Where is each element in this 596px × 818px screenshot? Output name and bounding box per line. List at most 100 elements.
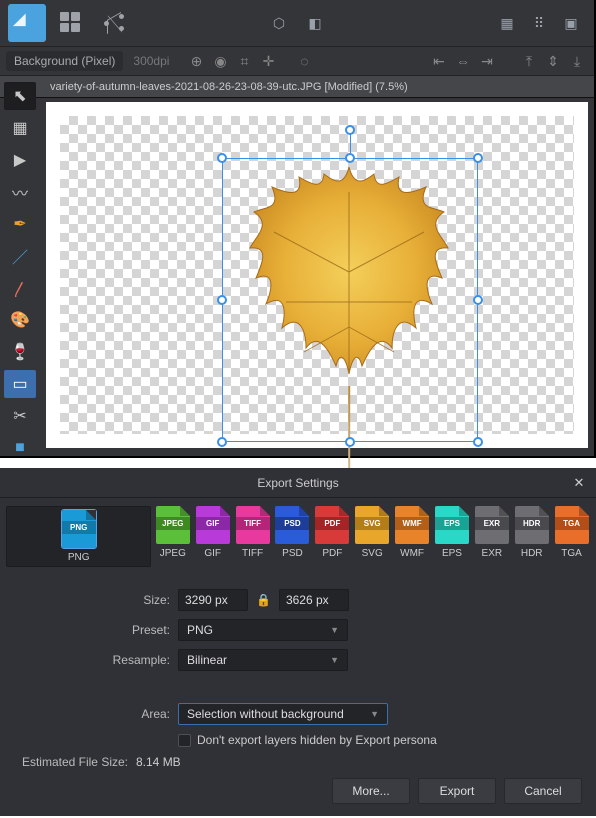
handle-bottom-left[interactable] (217, 437, 227, 447)
file-band: GIF (196, 517, 230, 530)
format-exr[interactable]: EXR EXR (473, 506, 510, 567)
file-icon: GIF (196, 506, 230, 544)
bounds-icon: ▣ (562, 14, 580, 32)
preset-select[interactable]: PNG▼ (178, 619, 348, 641)
crosshair-icon[interactable]: ✛ (257, 50, 279, 72)
format-tiff[interactable]: TIFFTIFF (234, 506, 271, 567)
export-button[interactable]: Export (418, 778, 496, 804)
move-tool[interactable]: ⬉ (4, 82, 36, 110)
resample-select[interactable]: Bilinear ▼ (178, 649, 348, 671)
rect-shape-tool[interactable]: ■ (4, 434, 36, 462)
export-persona-button[interactable] (96, 4, 134, 42)
transform-button[interactable]: ▣ (558, 10, 584, 36)
color-tool[interactable]: 🎨 (4, 306, 36, 334)
align-right-icon[interactable]: ⇥ (476, 50, 498, 72)
align-middle-icon[interactable]: ⇕ (542, 50, 564, 72)
handle-bottom-center[interactable] (345, 437, 355, 447)
format-label: SVG (362, 548, 383, 559)
cancel-button[interactable]: Cancel (504, 778, 582, 804)
handle-top-center[interactable] (345, 153, 355, 163)
dpi-label[interactable]: 300dpi (133, 54, 169, 68)
node-tool[interactable]: ▶ (4, 146, 36, 174)
close-button[interactable]: ✕ (570, 474, 588, 492)
format-eps[interactable]: EPS EPS (434, 506, 471, 567)
image-tool[interactable]: ▭ (4, 370, 36, 398)
align-top-icon[interactable]: ⤒ (518, 50, 540, 72)
est-label: Estimated File Size: (20, 755, 128, 769)
file-band: PDF (315, 517, 349, 530)
marquee-icon[interactable]: ◌ (295, 52, 313, 70)
hidden-layers-check[interactable]: Don't export layers hidden by Export per… (178, 733, 437, 747)
chevron-down-icon: ▼ (370, 709, 379, 719)
more-button[interactable]: More... (332, 778, 410, 804)
format-tga[interactable]: TGATGA (553, 506, 590, 567)
quick-mask-button[interactable]: ⬡ (265, 9, 293, 37)
format-svg[interactable]: SVG SVG (354, 506, 391, 567)
handle-mid-right[interactable] (473, 295, 483, 305)
file-band: EPS (435, 517, 469, 530)
file-band: HDR (515, 517, 549, 530)
area-select[interactable]: Selection without background▼ (178, 703, 388, 725)
handle-top-left[interactable] (217, 153, 227, 163)
align-vertical-group: ⤒ ⇕ ⤓ (518, 50, 588, 72)
handle-bottom-right[interactable] (473, 437, 483, 447)
canvas[interactable] (46, 102, 588, 448)
file-band: EXR (475, 517, 509, 530)
align-bottom-icon[interactable]: ⤓ (566, 50, 588, 72)
eye-icon[interactable]: ◉ (209, 50, 231, 72)
format-label: PSD (282, 548, 303, 559)
preset-label: Preset: (20, 623, 170, 637)
document-tab[interactable]: variety-of-autumn-leaves-2021-08-26-23-0… (0, 76, 594, 98)
format-gif[interactable]: GIFGIF (194, 506, 231, 567)
format-label: PDF (322, 548, 342, 559)
format-label: HDR (521, 548, 543, 559)
file-icon: WMF (395, 506, 429, 544)
size-label: Size: (20, 593, 170, 607)
selection-tool[interactable]: ▦ (4, 114, 36, 142)
liquify-persona-button[interactable] (52, 4, 90, 42)
target-icon[interactable]: ⊕ (185, 50, 207, 72)
lock-aspect-icon[interactable]: 🔒 (256, 593, 271, 607)
format-wmf[interactable]: WMF WMF (394, 506, 431, 567)
handle-mid-left[interactable] (217, 295, 227, 305)
paint-tool[interactable]: 〳 (4, 274, 36, 302)
dialog-title: Export Settings (257, 476, 338, 490)
preset-value: PNG (187, 623, 213, 637)
top-center-group: ⬡ ◧ (265, 9, 329, 37)
format-jpeg[interactable]: JPEGJPEG (154, 506, 191, 567)
checkbox-icon (178, 734, 191, 747)
export-dialog: Export Settings ✕ PNGPNGJPEGJPEGGIFGIFTI… (0, 468, 596, 816)
format-label: EPS (442, 548, 462, 559)
lasso-tool[interactable]: 〰 (4, 178, 36, 206)
file-band: SVG (355, 517, 389, 530)
handle-top-right[interactable] (473, 153, 483, 163)
top-right-group: ▦ ⠿ ▣ (494, 10, 584, 36)
chevron-down-icon: ▼ (330, 655, 339, 665)
photo-persona-button[interactable] (8, 4, 46, 42)
crop-icon[interactable]: ⌗ (233, 50, 255, 72)
width-input[interactable]: 3290 px (178, 589, 248, 611)
format-psd[interactable]: PSDPSD (274, 506, 311, 567)
format-pdf[interactable]: PDF PDF (314, 506, 351, 567)
format-label: EXR (482, 548, 503, 559)
format-label: WMF (400, 548, 424, 559)
grid-icon: ▦ (498, 14, 516, 32)
pen-tool[interactable]: ✒ (4, 210, 36, 238)
rotation-handle[interactable] (345, 125, 355, 135)
resample-value: Bilinear (187, 653, 227, 667)
active-layer-label[interactable]: Background (Pixel) (6, 51, 123, 71)
format-png[interactable]: PNGPNG (6, 506, 151, 567)
selection-bounds[interactable] (222, 158, 478, 442)
crop-tool2[interactable]: ✂ (4, 402, 36, 430)
glass-tool[interactable]: 🍷 (4, 338, 36, 366)
toggle-button[interactable]: ◧ (301, 9, 329, 37)
resample-label: Resample: (20, 653, 170, 667)
height-input[interactable]: 3626 px (279, 589, 349, 611)
snap-pixel-button[interactable]: ⠿ (526, 10, 552, 36)
align-center-icon[interactable]: ⇔ (452, 50, 474, 72)
align-left-icon[interactable]: ⇤ (428, 50, 450, 72)
context-bar: Background (Pixel) 300dpi ⊕ ◉ ⌗ ✛ ◌ ⇤ ⇔ … (0, 46, 594, 76)
snap-button[interactable]: ▦ (494, 10, 520, 36)
brush-tool[interactable]: ／ (4, 242, 36, 270)
format-hdr[interactable]: HDR HDR (513, 506, 550, 567)
